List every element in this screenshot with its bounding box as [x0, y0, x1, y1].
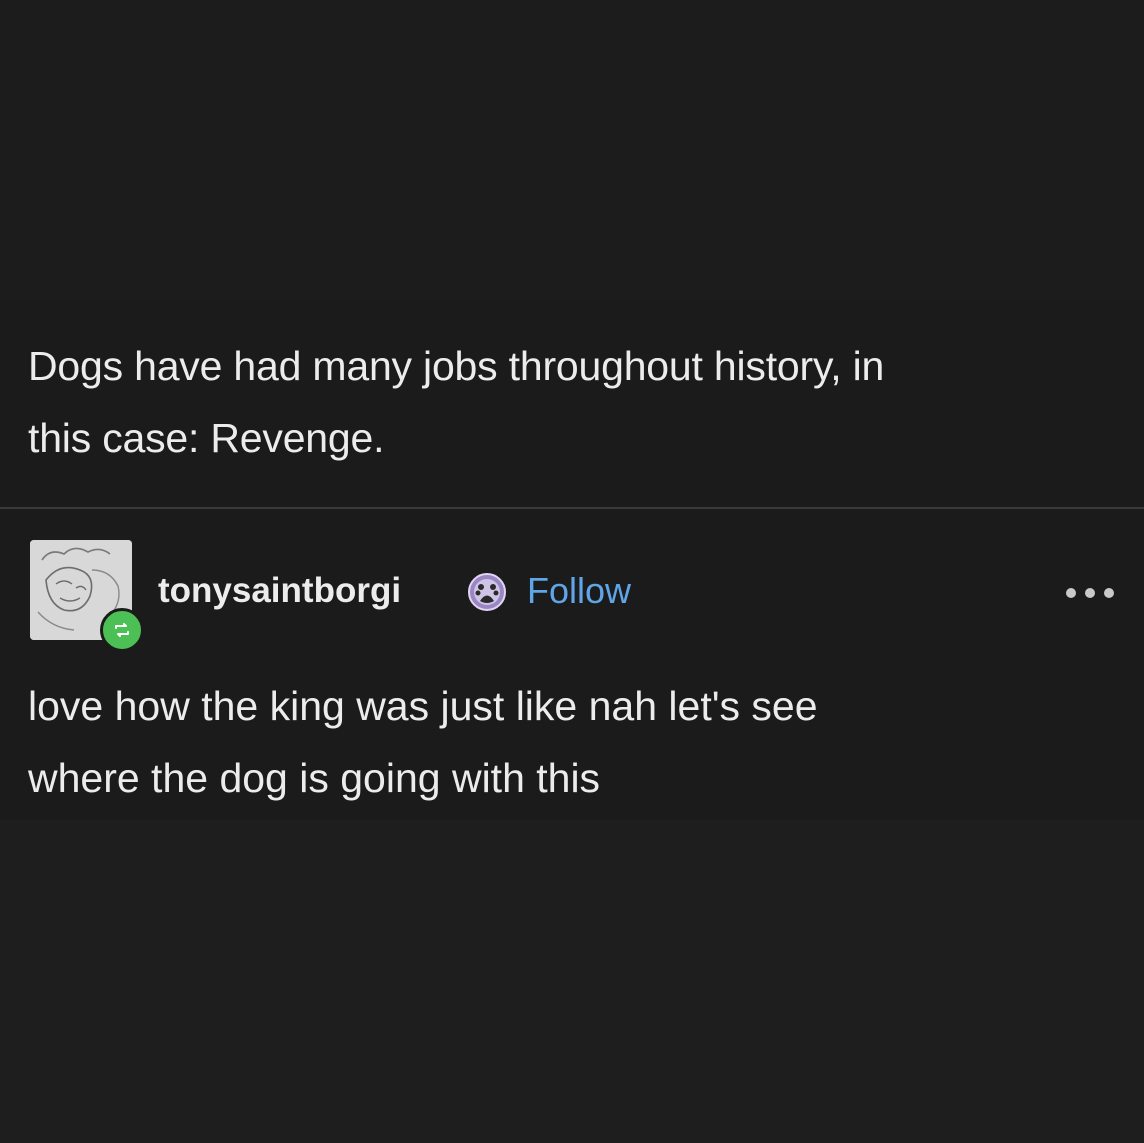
- post-body-line-2: this case: Revenge.: [28, 415, 385, 461]
- reply-body-line-1: love how the king was just like nah let'…: [28, 683, 818, 729]
- post-body-line-1: Dogs have had many jobs throughout histo…: [28, 343, 885, 389]
- user-badge: [467, 572, 507, 612]
- divider: [0, 507, 1144, 509]
- post-body: Dogs have had many jobs throughout histo…: [28, 330, 1128, 474]
- more-options-button[interactable]: [1062, 583, 1118, 603]
- reblog-badge: [100, 608, 144, 652]
- more-options-icon: [1066, 588, 1114, 598]
- reblog-icon: [115, 623, 129, 637]
- username[interactable]: tonysaintborgi: [158, 568, 401, 614]
- paw-badge-icon: [468, 573, 506, 611]
- follow-button[interactable]: Follow: [527, 568, 631, 614]
- reply-body-line-2: where the dog is going with this: [28, 755, 601, 801]
- top-blank-area: [0, 0, 1144, 300]
- reply-body: love how the king was just like nah let'…: [28, 670, 1128, 814]
